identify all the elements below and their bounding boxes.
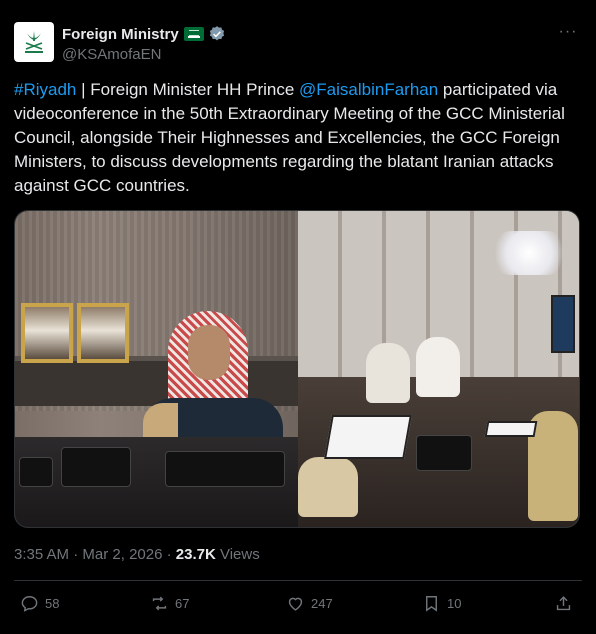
portrait-frame xyxy=(21,303,73,363)
desk-device xyxy=(61,447,131,487)
more-options-icon[interactable]: ··· xyxy=(558,24,578,42)
desk-device xyxy=(19,457,53,487)
reply-button[interactable]: 58 xyxy=(20,594,59,613)
display-name[interactable]: Foreign Ministry xyxy=(62,26,179,43)
verified-badge-icon[interactable] xyxy=(208,25,226,43)
timestamp-time[interactable]: 3:35 AM xyxy=(14,546,69,563)
minister-figure xyxy=(143,303,283,468)
avatar[interactable] xyxy=(14,22,54,62)
desk-phone xyxy=(416,435,472,471)
share-icon xyxy=(556,596,571,611)
repost-button[interactable]: 67 xyxy=(150,594,189,613)
photo-meeting-room[interactable] xyxy=(298,211,579,527)
portrait-frame xyxy=(77,303,129,363)
divider xyxy=(14,580,582,581)
bookmark-count: 10 xyxy=(447,596,462,611)
desk-device xyxy=(165,451,285,487)
repost-icon xyxy=(152,596,167,611)
handle[interactable]: @KSAmofaEN xyxy=(62,46,226,63)
document xyxy=(484,421,538,437)
views-count: 23.7K xyxy=(175,546,216,563)
photo-minister-desk[interactable] xyxy=(15,211,298,527)
action-bar: 58 67 247 10 xyxy=(14,594,582,618)
bookmark-icon xyxy=(426,596,437,612)
tweet-meta: 3:35 AM · Mar 2, 2026 · 23.7K Views xyxy=(14,546,260,563)
saudi-emblem-icon xyxy=(25,31,43,53)
saudi-flag-icon xyxy=(183,27,204,41)
tweet-text: #Riyadh | Foreign Minister HH Prince @Fa… xyxy=(14,78,584,198)
views-label: Views xyxy=(215,546,260,563)
tweet-header: Foreign Ministry @KSAmofaEN ··· xyxy=(14,22,582,66)
share-button[interactable] xyxy=(554,594,579,613)
reply-count: 58 xyxy=(45,596,60,611)
reply-icon xyxy=(21,596,38,612)
name-block: Foreign Ministry @KSAmofaEN xyxy=(62,24,226,63)
document xyxy=(324,415,412,459)
bookmark-button[interactable]: 10 xyxy=(422,594,461,613)
meta-separator: · xyxy=(162,546,176,563)
like-count: 247 xyxy=(311,596,333,611)
mention-link[interactable]: @FaisalbinFarhan xyxy=(299,80,438,99)
hashtag-link[interactable]: #Riyadh xyxy=(14,80,76,99)
name-row: Foreign Ministry xyxy=(62,24,226,44)
media-grid xyxy=(14,210,580,528)
heart-icon xyxy=(288,597,303,611)
attendee xyxy=(416,337,460,397)
video-screen xyxy=(551,295,575,353)
like-button[interactable]: 247 xyxy=(286,594,333,613)
timestamp-date[interactable]: Mar 2, 2026 xyxy=(82,546,162,563)
meta-separator: · xyxy=(69,546,83,563)
attendee xyxy=(298,457,358,517)
tweet-text-part: | Foreign Minister HH Prince xyxy=(76,80,300,99)
chandelier xyxy=(489,231,569,275)
attendee xyxy=(366,343,410,403)
repost-count: 67 xyxy=(175,596,190,611)
